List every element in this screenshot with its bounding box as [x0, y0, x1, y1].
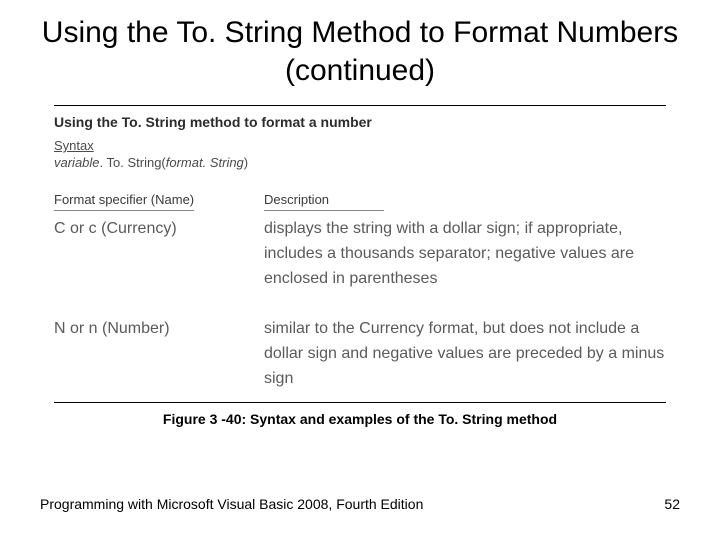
content-area: Using the To. String method to format a …	[54, 105, 666, 403]
syntax-close: )	[244, 155, 248, 170]
footer-text: Programming with Microsoft Visual Basic …	[40, 496, 423, 512]
format-desc: similar to the Currency format, but does…	[264, 317, 666, 391]
section-heading: Using the To. String method to format a …	[54, 114, 666, 130]
syntax-arg: format. String	[166, 155, 244, 170]
syntax-variable: variable	[54, 155, 100, 170]
col-header-right: Description	[264, 192, 384, 211]
col-header-right-wrap: Description	[264, 192, 666, 217]
rule-top	[54, 105, 666, 106]
slide-title: Using the To. String Method to Format Nu…	[0, 0, 720, 99]
format-name: N or n (Number)	[54, 317, 264, 391]
table-row: N or n (Number) similar to the Currency …	[54, 317, 666, 391]
slide: Using the To. String Method to Format Nu…	[0, 0, 720, 540]
rule-bottom	[54, 402, 666, 403]
col-header-left: Format specifier (Name)	[54, 192, 194, 211]
format-desc: displays the string with a dollar sign; …	[264, 217, 666, 291]
syntax-method: . To. String(	[100, 155, 166, 170]
page-number: 52	[664, 496, 680, 512]
footer: Programming with Microsoft Visual Basic …	[40, 496, 680, 512]
syntax-expression: variable. To. String(format. String)	[54, 155, 666, 170]
col-header-left-wrap: Format specifier (Name)	[54, 192, 264, 217]
format-table-header: Format specifier (Name) Description	[54, 192, 666, 217]
figure-caption: Figure 3 -40: Syntax and examples of the…	[40, 411, 680, 427]
format-name: C or c (Currency)	[54, 217, 264, 291]
syntax-label: Syntax	[54, 138, 666, 153]
table-row: C or c (Currency) displays the string wi…	[54, 217, 666, 291]
